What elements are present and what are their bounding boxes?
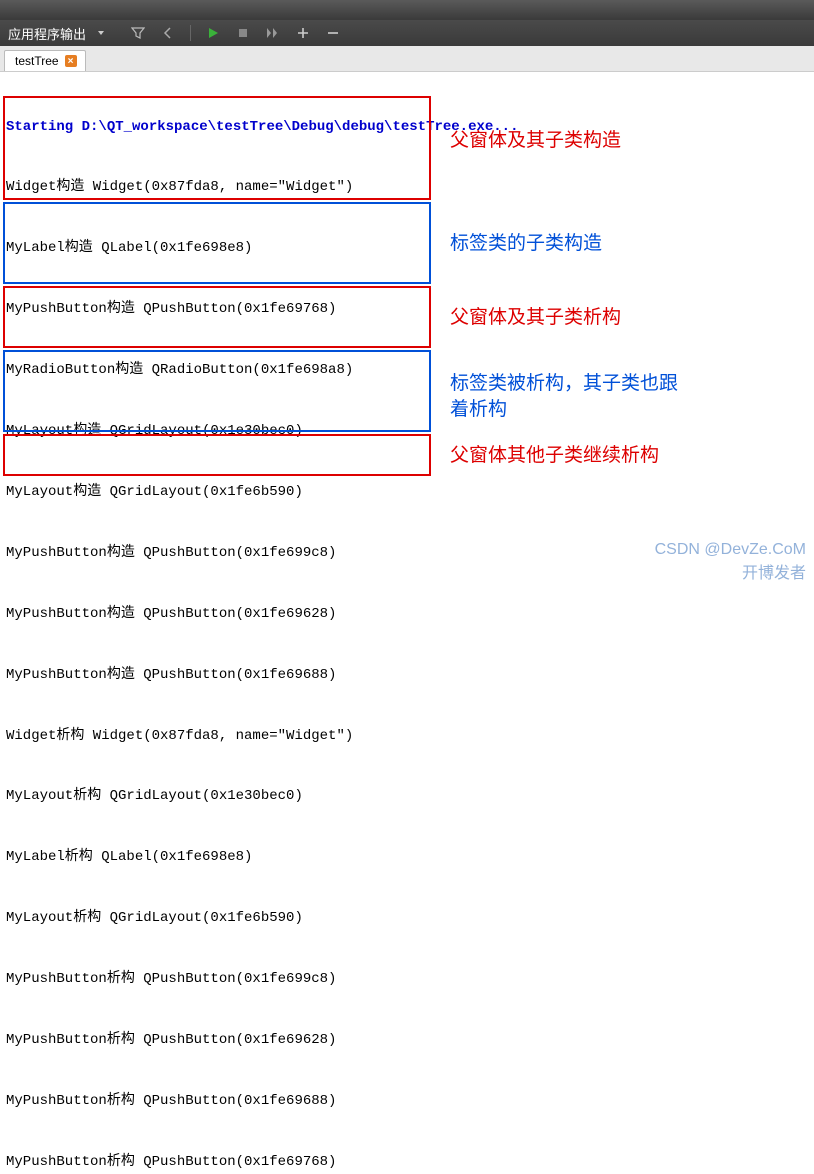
output-line: MyLayout析构 QGridLayout(0x1fe6b590) [6, 908, 808, 928]
back-icon[interactable] [160, 25, 176, 41]
collapse-icon[interactable] [92, 24, 110, 42]
output-line: MyPushButton析构 QPushButton(0x1fe69628) [6, 1030, 808, 1050]
output-line: MyLayout构造 QGridLayout(0x1e30bec0) [6, 421, 808, 441]
output-line: MyPushButton析构 QPushButton(0x1fe69768) [6, 1152, 808, 1172]
annotation-1: 父窗体及其子类构造 [450, 127, 621, 155]
panel-title: 应用程序输出 [8, 24, 86, 43]
step-icon[interactable] [265, 25, 281, 41]
annotation-2: 标签类的子类构造 [450, 230, 602, 258]
output-panel-header: 应用程序输出 [0, 20, 814, 46]
output-line: MyLabel构造 QLabel(0x1fe698e8) [6, 238, 808, 258]
output-toolbar [130, 25, 341, 41]
window-top-bar [0, 0, 814, 20]
output-line: MyLayout构造 QGridLayout(0x1fe6b590) [6, 482, 808, 502]
output-line: MyPushButton构造 QPushButton(0x1fe699c8) [6, 543, 808, 563]
stop-icon[interactable] [235, 25, 251, 41]
annotation-3: 父窗体及其子类析构 [450, 304, 621, 332]
output-line: MyPushButton构造 QPushButton(0x1fe69768) [6, 299, 808, 319]
minus-icon[interactable] [325, 25, 341, 41]
annotation-4b: 着析构 [450, 396, 507, 424]
plus-icon[interactable] [295, 25, 311, 41]
output-line: MyRadioButton构造 QRadioButton(0x1fe698a8) [6, 360, 808, 380]
output-line: Widget构造 Widget(0x87fda8, name="Widget") [6, 177, 808, 197]
output-line: MyLabel析构 QLabel(0x1fe698e8) [6, 847, 808, 867]
annotation-5: 父窗体其他子类继续析构 [450, 442, 659, 470]
tab-label: testTree [15, 54, 59, 68]
console-output[interactable]: Starting D:\QT_workspace\testTree\Debug\… [0, 72, 814, 1174]
tab-testtree[interactable]: testTree × [4, 50, 86, 71]
output-line: MyPushButton析构 QPushButton(0x1fe699c8) [6, 969, 808, 989]
output-line: MyPushButton析构 QPushButton(0x1fe69688) [6, 1091, 808, 1111]
toolbar-divider [190, 25, 191, 41]
output-line: MyPushButton构造 QPushButton(0x1fe69628) [6, 604, 808, 624]
run-icon[interactable] [205, 25, 221, 41]
output-line: Widget析构 Widget(0x87fda8, name="Widget") [6, 726, 808, 746]
filter-icon[interactable] [130, 25, 146, 41]
output-line: MyPushButton构造 QPushButton(0x1fe69688) [6, 665, 808, 685]
close-icon[interactable]: × [65, 55, 77, 67]
tab-bar: testTree × [0, 46, 814, 72]
output-line: MyLayout析构 QGridLayout(0x1e30bec0) [6, 786, 808, 806]
annotation-4a: 标签类被析构，其子类也跟 [450, 370, 678, 398]
start-line: Starting D:\QT_workspace\testTree\Debug\… [6, 117, 808, 137]
